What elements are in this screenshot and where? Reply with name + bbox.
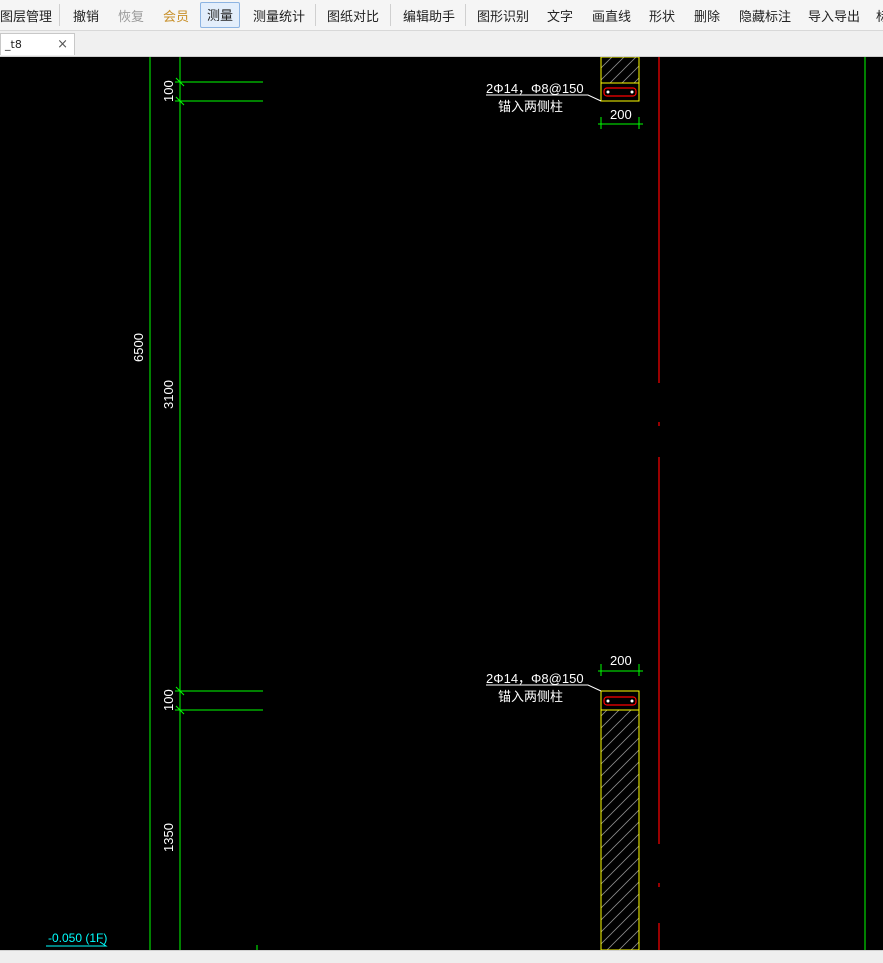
toolbar-separator [315, 4, 316, 26]
width-text-top: 200 [610, 107, 632, 122]
measure-stats-button[interactable]: 测量统计 [253, 0, 305, 30]
import-export-button[interactable]: 导入导出 [808, 0, 860, 30]
toolbar-separator [465, 4, 466, 26]
text-button[interactable]: 文字 [547, 0, 573, 30]
measure-button[interactable]: 测量 [200, 2, 241, 28]
dimension-text-total: 6500 [131, 333, 146, 362]
member-button[interactable]: 会员 [163, 0, 189, 30]
rebar-dot [606, 90, 610, 94]
column-section-top [600, 57, 640, 84]
cad-drawing: 100 6500 3100 100 1350 2Φ14，Φ8@150 锚入两侧柱… [46, 57, 866, 950]
close-icon[interactable]: × [57, 34, 68, 56]
layer-manager-button[interactable]: 图层管理 [0, 0, 52, 30]
drawing-canvas[interactable]: 100 6500 3100 100 1350 2Φ14，Φ8@150 锚入两侧柱… [0, 57, 883, 950]
anchor-note-top: 锚入两侧柱 [498, 99, 563, 114]
main-toolbar: 图层管理 撤销 恢复 会员 测量 测量统计 图纸对比 编辑助手 图形识别 文字 … [0, 0, 883, 31]
tab-drawing[interactable]: _t8 × [0, 33, 75, 55]
shape-button[interactable]: 形状 [649, 0, 675, 30]
shape-recognition-button[interactable]: 图形识别 [477, 0, 529, 30]
undo-button[interactable]: 撤销 [73, 0, 99, 30]
toolbar-separator [59, 4, 60, 26]
rebar-label-bottom: 2Φ14，Φ8@150 [486, 671, 584, 686]
width-text-bottom: 200 [610, 653, 632, 668]
redo-button[interactable]: 恢复 [118, 0, 144, 30]
rebar-dot [630, 90, 634, 94]
rebar-dot [606, 699, 610, 703]
rebar-label-top: 2Φ14，Φ8@150 [486, 81, 584, 96]
status-bar [0, 950, 883, 963]
dimension-text-top: 100 [161, 80, 176, 102]
document-tab-bar: _t8 × [0, 31, 883, 57]
rebar-dot [630, 699, 634, 703]
anchor-note-bottom: 锚入两侧柱 [498, 689, 563, 704]
elevation-label: -0.050 (1F) [48, 931, 107, 945]
tab-title: _t8 [5, 38, 22, 51]
draw-line-button[interactable]: 画直线 [592, 0, 631, 30]
edit-assistant-button[interactable]: 编辑助手 [403, 0, 455, 30]
dimension-text-bottom: 1350 [161, 823, 176, 852]
dimension-text-lower: 100 [161, 689, 176, 711]
toolbar-separator [390, 4, 391, 26]
hide-annotation-button[interactable]: 隐藏标注 [739, 0, 791, 30]
delete-button[interactable]: 删除 [694, 0, 720, 30]
column-section-bottom [600, 709, 640, 950]
more-button[interactable]: 标 [876, 0, 883, 30]
drawing-compare-button[interactable]: 图纸对比 [327, 0, 379, 30]
dimension-text-middle: 3100 [161, 380, 176, 409]
